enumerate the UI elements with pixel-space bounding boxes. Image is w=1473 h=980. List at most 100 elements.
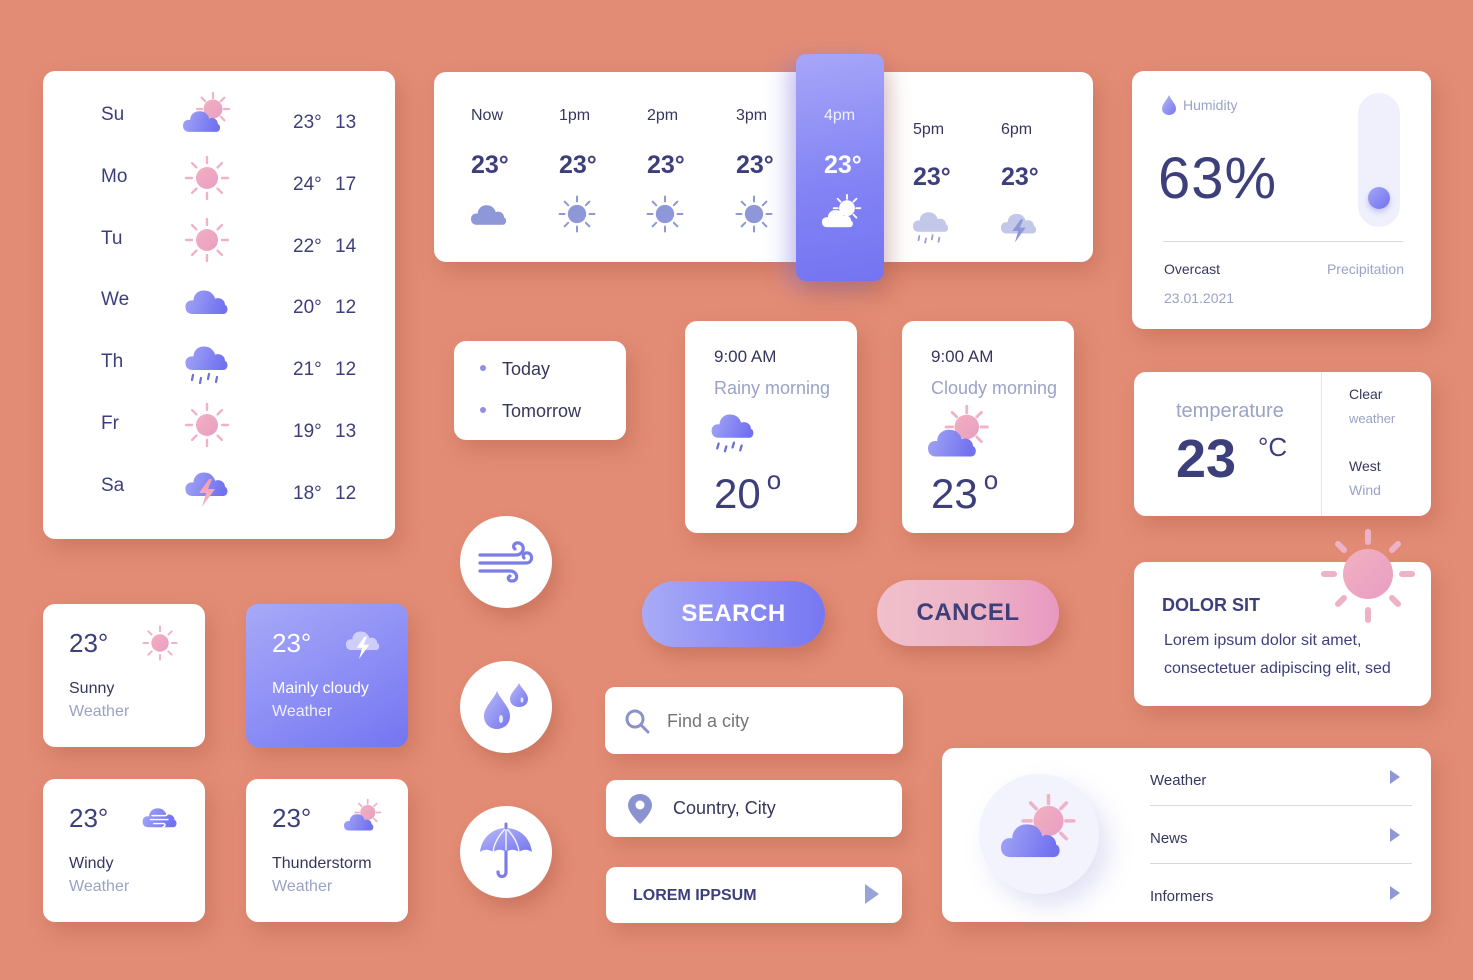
day-label: Sa (101, 474, 125, 496)
date-label: 23.01.2021 (1164, 290, 1235, 306)
rain-cloud-icon (911, 206, 951, 246)
city-search-input[interactable] (667, 705, 887, 737)
cancel-button[interactable]: CANCEL (877, 580, 1059, 646)
cancel-button-label: CANCEL (916, 599, 1020, 626)
condition-label: Overcast (1164, 261, 1221, 277)
low-temp: 12 (335, 359, 357, 381)
low-temp: 12 (335, 482, 357, 504)
hourly-forecast-item[interactable]: 6pm 23° (1001, 121, 1081, 246)
rain-cloud-icon (183, 339, 231, 387)
umbrella-button[interactable] (460, 806, 552, 898)
hour-temp: 23° (824, 151, 862, 179)
tile-title: Windy (69, 855, 114, 872)
raindrops-icon (480, 681, 532, 733)
morning-title: Cloudy morning (931, 378, 1058, 398)
low-temp: 14 (335, 235, 357, 257)
link-button-label: LOREM IPPSUM (633, 887, 757, 904)
tile-temp: 23° (272, 803, 312, 833)
morning-card-cloudy[interactable]: 9:00 AM Cloudy morning 23 o (902, 321, 1074, 533)
tile-temp: 23° (69, 628, 109, 658)
high-temp: 23° (293, 112, 322, 133)
map-pin-icon (628, 794, 652, 824)
hourly-forecast-item[interactable]: Now 23° (471, 107, 551, 234)
weather-tile[interactable]: 23° Thunderstorm Weather (246, 779, 408, 922)
thunderstorm-icon (344, 624, 382, 662)
hour-label: 1pm (559, 107, 591, 124)
humidity-label: Humidity (1183, 97, 1238, 113)
divider (1150, 863, 1412, 864)
tile-subtitle: Weather (272, 703, 333, 720)
weekly-forecast-row[interactable]: Su 23° 13 (43, 91, 395, 144)
day-option-today[interactable]: Today (480, 357, 610, 381)
tile-temp: 23° (69, 803, 109, 833)
city-search-field[interactable] (605, 687, 903, 754)
tile-subtitle: Weather (272, 878, 333, 895)
day-label: We (101, 289, 130, 311)
partly-cloudy-icon (344, 798, 382, 837)
wind-button[interactable] (460, 516, 552, 608)
high-temp: 20° (293, 297, 322, 319)
humidity-value: 63% (1158, 146, 1278, 211)
weekly-forecast-card: Su 23° 13 Mo 24° 17 Tu 22° 14 We 20° 12 Th 21° 12 Fr 19°… (43, 71, 395, 539)
weekly-forecast-row[interactable]: We 20° 12 (43, 289, 395, 329)
location-value: Country, City (673, 798, 776, 818)
raindrops-button[interactable] (460, 661, 552, 753)
weather-tile[interactable]: 23° Sunny Weather (43, 604, 205, 747)
high-temp: 21° (293, 359, 322, 381)
weather-tile[interactable]: 23° Windy Weather (43, 779, 205, 922)
cloud-icon (469, 194, 509, 234)
degree-sign: o (983, 465, 999, 495)
weekly-forecast-row[interactable]: Fr 19° 13 (43, 402, 395, 453)
tile-title: Thunderstorm (272, 855, 372, 872)
weekly-forecast-row[interactable]: Mo 24° 17 (43, 155, 395, 206)
divider (1150, 805, 1412, 806)
day-label: Tu (101, 227, 123, 249)
weekly-forecast-row[interactable]: Th 21° 12 (43, 346, 395, 391)
weekly-forecast-row[interactable]: Sa 18° 12 (43, 472, 395, 515)
humidity-card: Humidity 63% Overcast Precipitation 23.0… (1132, 71, 1431, 329)
hour-temp: 23° (1001, 163, 1039, 191)
morning-time: 9:00 AM (714, 347, 777, 366)
hourly-forecast-item[interactable]: 3pm 23° (734, 107, 816, 234)
day-label: Su (101, 104, 125, 125)
sun-icon (557, 194, 597, 234)
hourly-forecast-item[interactable]: 4pm 23° (822, 107, 904, 234)
weather-tile[interactable]: 23° Mainly cloudy Weather (246, 604, 408, 747)
menu-item-news[interactable]: News (1150, 808, 1412, 864)
sun-icon (645, 194, 685, 234)
lorem-link-button[interactable]: LOREM IPPSUM (606, 867, 902, 923)
day-label: Fr (101, 413, 119, 434)
high-temp: 19° (293, 421, 322, 442)
wind-sub: Wind (1349, 482, 1381, 498)
morning-card-rainy[interactable]: 9:00 AM Rainy morning 20 o (685, 321, 857, 533)
tile-temp: 23° (272, 628, 312, 658)
hourly-forecast-item[interactable]: 1pm 23° (557, 107, 639, 234)
humidity-level-knob[interactable] (1368, 187, 1390, 210)
humidity-level-slider[interactable] (1358, 93, 1400, 227)
low-temp: 13 (335, 112, 357, 133)
chevron-right-icon (1390, 828, 1400, 842)
location-field[interactable]: Country, City (606, 780, 902, 837)
search-button[interactable]: SEARCH (642, 581, 825, 647)
info-body-line2: consectetuer adipiscing elit, sed (1164, 660, 1391, 677)
weather-badge (979, 774, 1099, 894)
sky-title: Clear (1349, 386, 1383, 402)
weekly-forecast-row[interactable]: Tu 22° 14 (43, 217, 395, 268)
menu-item-weather[interactable]: Weather (1150, 750, 1412, 806)
water-drop-icon (1162, 95, 1176, 115)
menu-card: Weather News Informers (942, 748, 1431, 922)
hourly-forecast-item[interactable]: 2pm 23° (645, 107, 727, 234)
temperature-label: temperature (1176, 400, 1284, 422)
morning-temp: 20 o (714, 465, 781, 518)
menu-item-informers[interactable]: Informers (1150, 866, 1412, 922)
sun-icon (734, 194, 774, 234)
hour-temp: 23° (736, 151, 774, 179)
morning-title: Rainy morning (714, 378, 831, 398)
thunderstorm-icon (999, 206, 1039, 246)
hour-temp: 23° (913, 163, 951, 191)
high-temp: 22° (293, 235, 322, 257)
day-option-tomorrow[interactable]: Tomorrow (480, 399, 610, 423)
hourly-forecast-item[interactable]: 5pm 23° (913, 121, 993, 246)
cloud-icon (183, 277, 231, 325)
info-body-line1: Lorem ipsum dolor sit amet, (1164, 632, 1362, 649)
